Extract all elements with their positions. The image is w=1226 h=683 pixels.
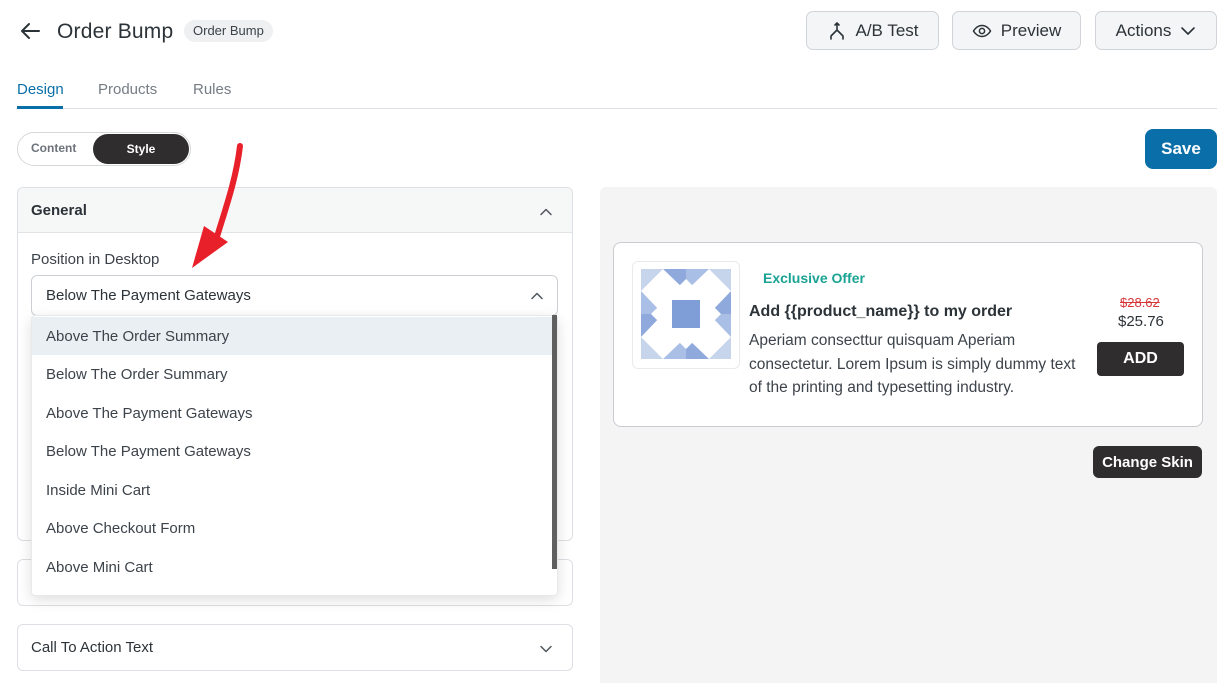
tab-rules[interactable]: Rules [193, 81, 231, 98]
annotation-arrow-icon [192, 143, 243, 268]
split-icon [829, 21, 844, 40]
dropdown-scrollbar[interactable] [552, 315, 557, 569]
general-panel-header[interactable] [18, 188, 572, 233]
actions-dropdown-button[interactable]: Actions [1095, 11, 1217, 50]
image-placeholder-icon [641, 269, 731, 359]
regular-price: $28.62 [1120, 295, 1160, 310]
preview-button[interactable]: Preview [952, 11, 1081, 50]
option-above-payment-gateways[interactable]: Above The Payment Gateways [32, 394, 553, 432]
toggle-style-option[interactable]: Style [93, 134, 189, 164]
cta-text-panel-title: Call To Action Text [31, 639, 154, 656]
change-skin-button[interactable]: Change Skin [1093, 446, 1202, 478]
bump-title: Add {{product_name}} to my order [749, 303, 1013, 320]
ab-test-button[interactable]: A/B Test [806, 11, 939, 50]
position-desktop-value: Below The Payment Gateways [46, 287, 251, 304]
option-below-payment-gateways[interactable]: Below The Payment Gateways [32, 432, 553, 470]
position-options-list: Above The Order Summary Below The Order … [31, 315, 558, 596]
exclusive-offer-label: Exclusive Offer [763, 270, 865, 286]
chevron-up-icon[interactable] [539, 205, 553, 219]
tab-products[interactable]: Products [98, 81, 157, 98]
tab-design[interactable]: Design [17, 81, 64, 98]
ab-test-label: A/B Test [855, 20, 919, 40]
save-button[interactable]: Save [1145, 129, 1217, 169]
option-above-order-summary[interactable]: Above The Order Summary [32, 317, 553, 355]
back-arrow-icon[interactable] [18, 19, 42, 43]
page-title: Order Bump [57, 20, 174, 43]
actions-label: Actions [1115, 20, 1172, 40]
eye-icon [972, 24, 992, 37]
product-image-placeholder [632, 261, 740, 369]
chevron-down-icon[interactable] [539, 642, 553, 656]
general-panel-title: General [31, 202, 87, 219]
position-desktop-label: Position in Desktop [31, 251, 160, 268]
preview-label: Preview [1000, 20, 1062, 40]
type-badge: Order Bump [184, 20, 273, 42]
chevron-down-icon [1181, 26, 1196, 35]
option-above-checkout-form[interactable]: Above Checkout Form [32, 509, 553, 547]
tabs-divider [16, 108, 1217, 109]
add-button[interactable]: ADD [1097, 342, 1184, 376]
chevron-up-icon[interactable] [530, 289, 544, 303]
option-inside-mini-cart[interactable]: Inside Mini Cart [32, 471, 553, 509]
sale-price: $25.76 [1118, 313, 1164, 330]
option-below-order-summary[interactable]: Below The Order Summary [32, 355, 553, 393]
active-tab-indicator [17, 106, 63, 109]
bump-description: Aperiam consecttur quisquam Aperiam cons… [749, 332, 1076, 396]
toggle-content-option[interactable]: Content [31, 141, 76, 155]
option-above-mini-cart[interactable]: Above Mini Cart [32, 548, 553, 586]
